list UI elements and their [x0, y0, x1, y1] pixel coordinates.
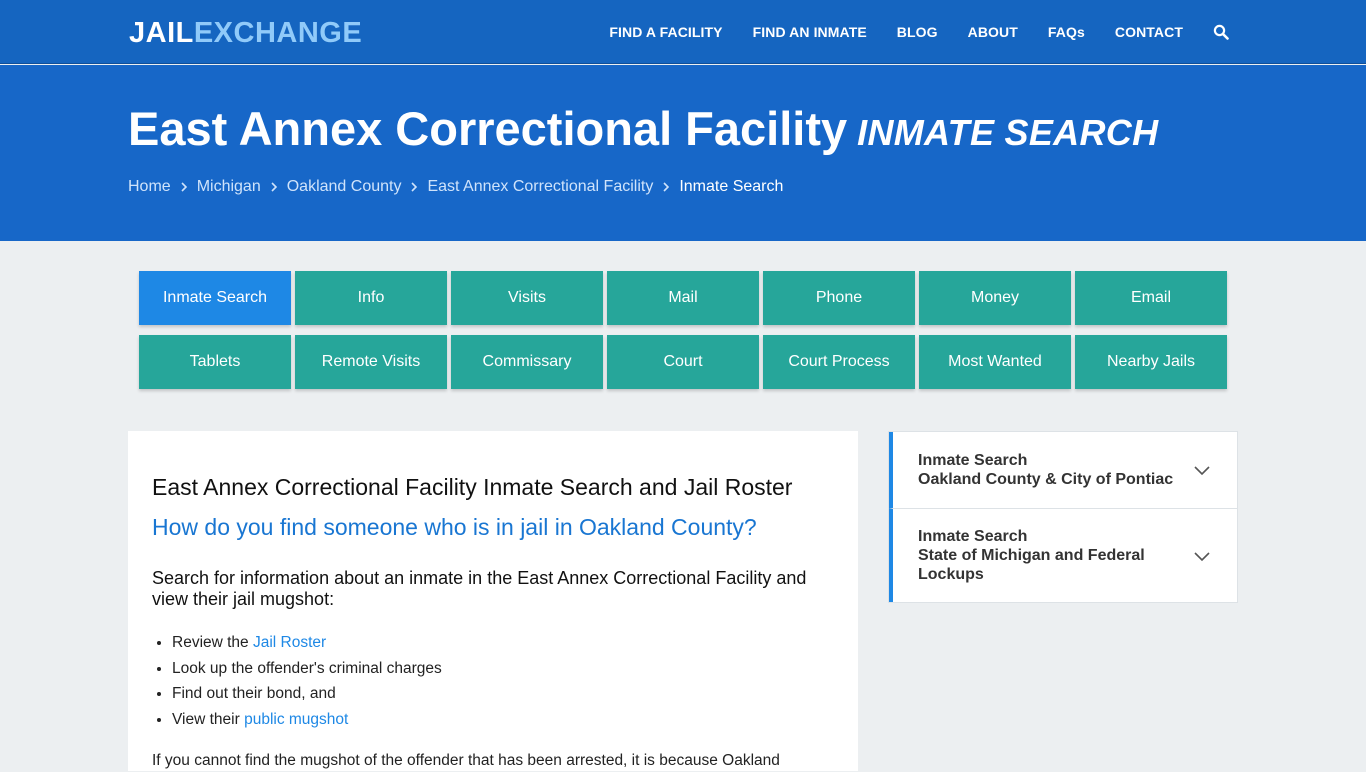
jail-roster-link[interactable]: Jail Roster	[253, 634, 326, 651]
content-intro: Search for information about an inmate i…	[152, 568, 807, 609]
facility-tabs: Inmate Search Info Visits Mail Phone Mon…	[139, 271, 1229, 389]
sidebar-accordion: Inmate Search Oakland County & City of P…	[888, 431, 1238, 603]
tab-visits[interactable]: Visits	[451, 271, 603, 325]
list-item: Review the Jail Roster	[172, 630, 834, 656]
chevron-right-icon	[271, 182, 277, 192]
accordion-item-michigan[interactable]: Inmate Search State of Michigan and Fede…	[889, 508, 1237, 602]
tab-remote-visits[interactable]: Remote Visits	[295, 335, 447, 389]
tab-inmate-search[interactable]: Inmate Search	[139, 271, 291, 325]
accordion-item-oakland[interactable]: Inmate Search Oakland County & City of P…	[889, 432, 1237, 508]
content-paragraph: If you cannot find the mugshot of the of…	[152, 752, 780, 769]
content-heading: East Annex Correctional Facility Inmate …	[152, 474, 793, 500]
tab-most-wanted[interactable]: Most Wanted	[919, 335, 1071, 389]
list-item: Find out their bond, and	[172, 681, 834, 707]
nav-faqs[interactable]: FAQs	[1048, 24, 1085, 40]
chevron-down-icon	[1194, 466, 1210, 476]
list-item-text: View their	[172, 710, 245, 728]
main-nav: FIND A FACILITY FIND AN INMATE BLOG ABOU…	[579, 0, 1229, 64]
info-list: Review the Jail Roster Look up the offen…	[152, 630, 834, 732]
accordion-sublabel: Oakland County & City of Pontiac	[918, 471, 1174, 488]
tab-commissary[interactable]: Commissary	[451, 335, 603, 389]
main-content-card: East Annex Correctional Facility Inmate …	[128, 431, 858, 771]
nav-blog[interactable]: BLOG	[897, 24, 938, 40]
list-item: Look up the offender's criminal charges	[172, 656, 834, 682]
breadcrumb-michigan[interactable]: Michigan	[197, 178, 261, 196]
search-icon[interactable]	[1213, 24, 1229, 40]
nav-about[interactable]: ABOUT	[968, 24, 1018, 40]
tab-court-process[interactable]: Court Process	[763, 335, 915, 389]
logo-part-jail: JAIL	[129, 17, 194, 49]
page-title: East Annex Correctional Facility INMATE S…	[128, 101, 1158, 161]
tab-tablets[interactable]: Tablets	[139, 335, 291, 389]
page-title-subtitle: INMATE SEARCH	[857, 112, 1159, 153]
accordion-label: Inmate Search	[918, 528, 1028, 545]
breadcrumb-facility[interactable]: East Annex Correctional Facility	[427, 178, 653, 196]
chevron-right-icon	[411, 182, 418, 192]
chevron-down-icon	[1194, 551, 1210, 561]
breadcrumb-county[interactable]: Oakland County	[287, 178, 402, 196]
breadcrumb-home[interactable]: Home	[128, 178, 171, 196]
accordion-sublabel: State of Michigan and Federal Lockups	[918, 547, 1145, 583]
tab-phone[interactable]: Phone	[763, 271, 915, 325]
chevron-right-icon	[663, 182, 670, 192]
site-logo[interactable]: JAILEXCHANGE	[129, 16, 362, 50]
page-title-facility: East Annex Correctional Facility	[128, 102, 848, 155]
tab-nearby-jails[interactable]: Nearby Jails	[1075, 335, 1227, 389]
tab-info[interactable]: Info	[295, 271, 447, 325]
list-item-text: Look up the offender's criminal charges	[172, 659, 442, 677]
accordion-label: Inmate Search	[918, 452, 1028, 469]
tab-mail[interactable]: Mail	[607, 271, 759, 325]
list-item-text: Find out their bond, and	[172, 685, 336, 702]
top-navbar: JAILEXCHANGE FIND A FACILITY FIND AN INM…	[0, 0, 1366, 64]
breadcrumb-current: Inmate Search	[679, 178, 784, 195]
content-question: How do you find someone who is in jail i…	[152, 514, 757, 540]
nav-find-an-inmate[interactable]: FIND AN INMATE	[753, 24, 867, 40]
nav-contact[interactable]: CONTACT	[1115, 24, 1183, 40]
tab-email[interactable]: Email	[1075, 271, 1227, 325]
breadcrumb: Home Michigan Oakland County East Annex …	[128, 178, 783, 196]
logo-part-exchange: EXCHANGE	[193, 17, 363, 49]
nav-find-a-facility[interactable]: FIND A FACILITY	[609, 24, 722, 40]
tab-court[interactable]: Court	[607, 335, 759, 389]
tab-money[interactable]: Money	[919, 271, 1071, 325]
chevron-right-icon	[181, 182, 187, 192]
list-item-text: Review the	[172, 634, 253, 651]
hero-banner: East Annex Correctional Facility INMATE S…	[0, 65, 1366, 241]
public-mugshot-link[interactable]: public mugshot	[244, 711, 348, 728]
list-item: View their public mugshot	[172, 707, 834, 733]
